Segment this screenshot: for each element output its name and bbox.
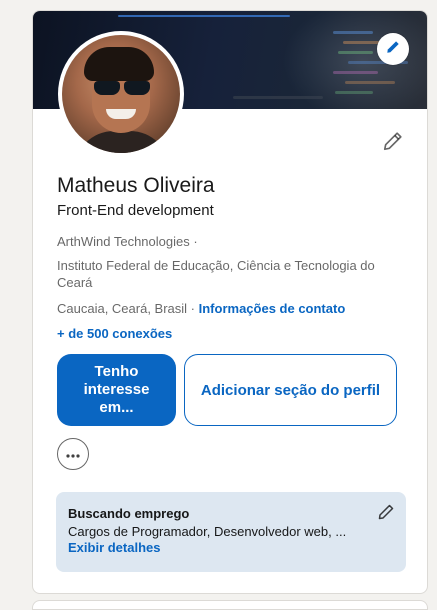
contact-info-link[interactable]: Informações de contato [199,301,346,316]
add-profile-section-button[interactable]: Adicionar seção do perfil [184,354,397,426]
location-line: Caucaia, Ceará, Brasil · Informações de … [57,300,345,317]
open-to-button[interactable]: Tenho interesse em... [57,354,176,426]
location-text: Caucaia, Ceará, Brasil · [57,301,195,316]
job-seeking-description: Cargos de Programador, Desenvolvedor web… [68,524,347,539]
connections-link[interactable]: + de 500 conexões [57,326,172,341]
more-actions-button[interactable] [57,438,89,470]
pencil-icon [378,504,394,525]
edit-profile-button[interactable] [381,131,405,155]
company-line[interactable]: ArthWind Technologies · [57,233,198,250]
next-card [32,600,428,610]
profile-headline: Front-End development [57,202,214,219]
job-seeking-title: Buscando emprego [68,506,190,521]
pencil-icon [382,130,404,157]
profile-name: Matheus Oliveira [57,174,215,197]
pencil-icon [386,40,400,59]
profile-photo [62,35,180,153]
edit-cover-button[interactable] [377,33,409,65]
profile-card: Matheus Oliveira Front-End development A… [32,10,428,594]
open-to-work-box[interactable]: Buscando emprego Cargos de Programador, … [56,492,406,572]
show-details-link[interactable]: Exibir detalhes [68,540,394,555]
edit-job-seeking-button[interactable] [376,504,396,524]
education-line[interactable]: Instituto Federal de Educação, Ciência e… [57,257,402,291]
avatar[interactable] [58,31,184,157]
ellipsis-icon [65,445,81,463]
